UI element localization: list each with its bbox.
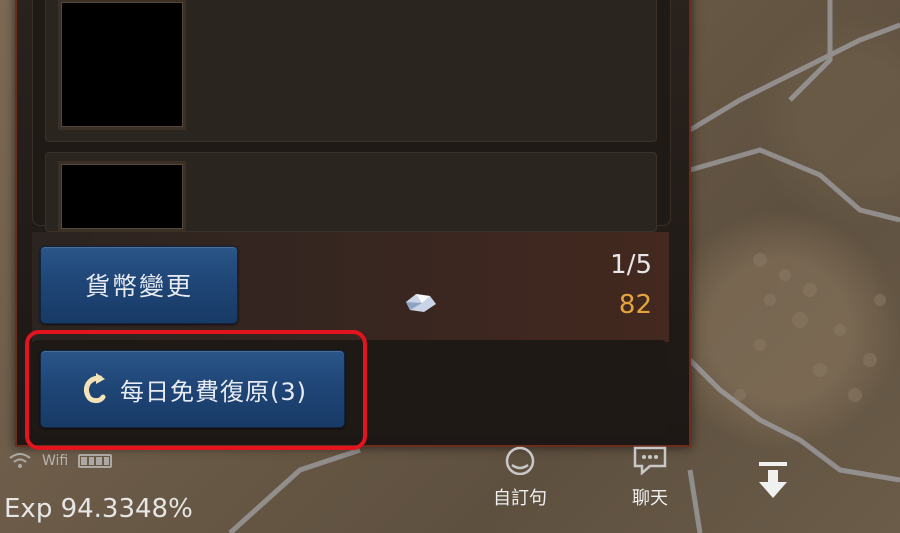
wifi-icon bbox=[9, 453, 31, 468]
currency-amount: 82 bbox=[618, 290, 652, 320]
chat-label: 聊天 bbox=[632, 488, 668, 509]
smiley-icon bbox=[505, 446, 535, 476]
change-currency-button[interactable]: 貨幣變更 bbox=[40, 246, 238, 324]
wifi-label: Wifi bbox=[42, 453, 69, 469]
device-status: Wifi bbox=[8, 452, 113, 470]
custom-phrase-button[interactable]: 自訂句 bbox=[488, 445, 552, 510]
change-currency-label: 貨幣變更 bbox=[84, 272, 193, 301]
chat-bubble-icon bbox=[633, 446, 667, 476]
chat-button[interactable]: 聊天 bbox=[618, 445, 682, 510]
exp-readout: Exp 94.3348% bbox=[4, 494, 193, 524]
custom-phrase-label: 自訂句 bbox=[493, 488, 547, 509]
highlight-box bbox=[25, 330, 367, 450]
battery-icon bbox=[78, 454, 113, 468]
item-thumbnail bbox=[58, 161, 186, 232]
recovery-ratio: 1/5 bbox=[610, 250, 652, 280]
diamond-icon bbox=[406, 294, 436, 312]
list-item[interactable] bbox=[45, 152, 657, 232]
collapse-button[interactable] bbox=[748, 458, 798, 507]
item-thumbnail bbox=[58, 0, 186, 130]
list-item[interactable] bbox=[45, 0, 657, 142]
download-arrow-icon bbox=[759, 462, 787, 498]
